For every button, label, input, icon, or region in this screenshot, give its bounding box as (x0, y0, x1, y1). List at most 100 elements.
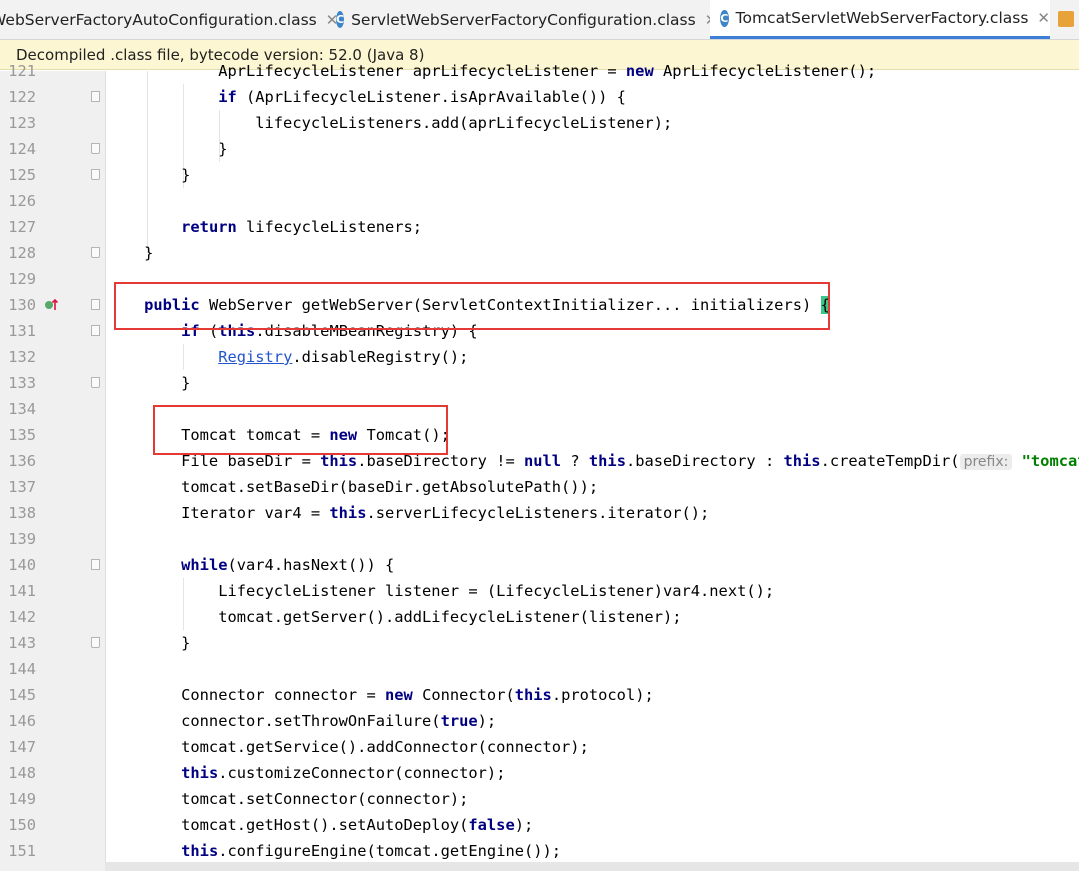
line-number: 138 (8, 504, 36, 522)
code-text: if (AprLifecycleListener.isAprAvailable(… (218, 88, 626, 106)
code-text: lifecycleListeners.add(aprLifecycleListe… (107, 114, 673, 132)
code-line-127[interactable]: 127 return lifecycleListeners; (0, 214, 1079, 240)
line-number: 129 (8, 270, 36, 288)
code-line-121[interactable]: 121 AprLifecycleListener aprLifecycleLis… (0, 58, 1079, 84)
line-number: 140 (8, 556, 36, 574)
code-line-144[interactable]: 144 (0, 656, 1079, 682)
line-number: 136 (8, 452, 36, 470)
code-line-136[interactable]: 136 File baseDir = this.baseDirectory !=… (0, 448, 1079, 474)
line-number: 134 (8, 400, 36, 418)
line-number: 121 (8, 62, 36, 80)
fold-marker-icon[interactable] (91, 169, 100, 180)
code-line-135[interactable]: 135 Tomcat tomcat = new Tomcat(); (0, 422, 1079, 448)
code-line-126[interactable]: 126 (0, 188, 1079, 214)
code-line-145[interactable]: 145 Connector connector = new Connector(… (0, 682, 1079, 708)
fold-marker-icon[interactable] (91, 247, 100, 258)
line-number: 142 (8, 608, 36, 626)
code-line-122[interactable]: 122 if (AprLifecycleListener.isAprAvaila… (0, 84, 1079, 110)
tab-servletwebserverfactoryconfiguration[interactable]: C ServletWebServerFactoryConfiguration.c… (336, 0, 717, 39)
code-line-150[interactable]: 150 tomcat.getHost().setAutoDeploy(false… (0, 812, 1079, 838)
code-text: } (107, 244, 154, 262)
line-number: 139 (8, 530, 36, 548)
tab-label: TomcatServletWebServerFactory.class (735, 9, 1029, 27)
line-number: 135 (8, 426, 36, 444)
fold-marker-icon[interactable] (91, 299, 100, 310)
code-text: } (107, 634, 191, 652)
more-tabs-icon[interactable] (1058, 11, 1074, 27)
class-icon: C (720, 9, 729, 27)
code-line-124[interactable]: 124 } (0, 136, 1079, 162)
code-line-131[interactable]: 131 if (this.disableMBeanRegistry) { (0, 318, 1079, 344)
code-text: File baseDir = this.baseDirectory != nul… (107, 452, 1079, 470)
line-number: 133 (8, 374, 36, 392)
code-line-151[interactable]: 151 this.configureEngine(tomcat.getEngin… (0, 838, 1079, 864)
fold-marker-icon[interactable] (91, 377, 100, 388)
tab-label: WebServerFactoryAutoConfiguration.class (0, 10, 317, 29)
fold-marker-icon[interactable] (91, 325, 100, 336)
fold-marker-icon[interactable] (91, 637, 100, 648)
code-text: tomcat.getServer().addLifecycleListener(… (107, 608, 682, 626)
code-text: LifecycleListener listener = (LifecycleL… (107, 582, 775, 600)
line-number: 130 (8, 296, 36, 314)
fold-marker-icon[interactable] (91, 559, 100, 570)
line-number: 149 (8, 790, 36, 808)
code-line-133[interactable]: 133 } (0, 370, 1079, 396)
code-text: public WebServer getWebServer(ServletCon… (144, 296, 830, 314)
tab-tomcatservletwebserverfactory[interactable]: C TomcatServletWebServerFactory.class ✕ (710, 0, 1050, 39)
line-number: 126 (8, 192, 36, 210)
code-text: if (this.disableMBeanRegistry) { (181, 322, 478, 340)
horizontal-scrollbar[interactable] (105, 862, 1079, 871)
line-number: 143 (8, 634, 36, 652)
code-line-130[interactable]: 130 public WebServer getWebServer(Servle… (0, 292, 1079, 318)
close-icon[interactable]: ✕ (1037, 9, 1050, 27)
code-line-137[interactable]: 137 tomcat.setBaseDir(baseDir.getAbsolut… (0, 474, 1079, 500)
code-editor[interactable]: 121 AprLifecycleListener aprLifecycleLis… (0, 62, 1079, 871)
code-line-138[interactable]: 138 Iterator var4 = this.serverLifecycle… (0, 500, 1079, 526)
code-text: return lifecycleListeners; (181, 218, 423, 236)
code-text: this.configureEngine(tomcat.getEngine())… (181, 842, 562, 860)
line-number: 128 (8, 244, 36, 262)
code-line-143[interactable]: 143 } (0, 630, 1079, 656)
code-line-140[interactable]: 140 while(var4.hasNext()) { (0, 552, 1079, 578)
code-text: tomcat.setConnector(connector); (107, 790, 469, 808)
code-line-148[interactable]: 148 this.customizeConnector(connector); (0, 760, 1079, 786)
code-line-132[interactable]: 132 Registry.disableRegistry(); (0, 344, 1079, 370)
code-line-149[interactable]: 149 tomcat.setConnector(connector); (0, 786, 1079, 812)
code-text: tomcat.getHost().setAutoDeploy(false); (107, 816, 534, 834)
line-number: 125 (8, 166, 36, 184)
parameter-hint: prefix: (959, 454, 1013, 470)
line-number: 137 (8, 478, 36, 496)
code-line-142[interactable]: 142 tomcat.getServer().addLifecycleListe… (0, 604, 1079, 630)
class-icon: C (336, 11, 345, 28)
line-number: 147 (8, 738, 36, 756)
tab-webserverfactoryautoconfiguration[interactable]: WebServerFactoryAutoConfiguration.class … (0, 0, 338, 39)
code-line-146[interactable]: 146 connector.setThrowOnFailure(true); (0, 708, 1079, 734)
fold-marker-icon[interactable] (91, 91, 100, 102)
code-line-139[interactable]: 139 (0, 526, 1079, 552)
implements-method-icon[interactable] (44, 298, 58, 312)
line-number: 146 (8, 712, 36, 730)
line-number: 145 (8, 686, 36, 704)
fold-marker-icon[interactable] (91, 143, 100, 154)
code-text: } (107, 140, 228, 158)
line-number: 141 (8, 582, 36, 600)
matched-brace: { (820, 296, 830, 314)
code-line-128[interactable]: 128 } (0, 240, 1079, 266)
code-line-134[interactable]: 134 (0, 396, 1079, 422)
code-line-147[interactable]: 147 tomcat.getService().addConnector(con… (0, 734, 1079, 760)
line-number: 127 (8, 218, 36, 236)
code-text: while(var4.hasNext()) { (181, 556, 395, 574)
code-text: connector.setThrowOnFailure(true); (107, 712, 497, 730)
editor-tab-bar: WebServerFactoryAutoConfiguration.class … (0, 0, 1079, 40)
code-line-123[interactable]: 123 lifecycleListeners.add(aprLifecycleL… (0, 110, 1079, 136)
code-text: } (107, 166, 191, 184)
code-text: Iterator var4 = this.serverLifecycleList… (107, 504, 710, 522)
code-text: } (107, 374, 191, 392)
code-line-141[interactable]: 141 LifecycleListener listener = (Lifecy… (0, 578, 1079, 604)
code-line-129[interactable]: 129 (0, 266, 1079, 292)
line-number: 124 (8, 140, 36, 158)
registry-link[interactable]: Registry (218, 348, 292, 366)
code-line-125[interactable]: 125 } (0, 162, 1079, 188)
code-text: AprLifecycleListener aprLifecycleListene… (107, 62, 877, 80)
code-text: tomcat.setBaseDir(baseDir.getAbsolutePat… (107, 478, 599, 496)
